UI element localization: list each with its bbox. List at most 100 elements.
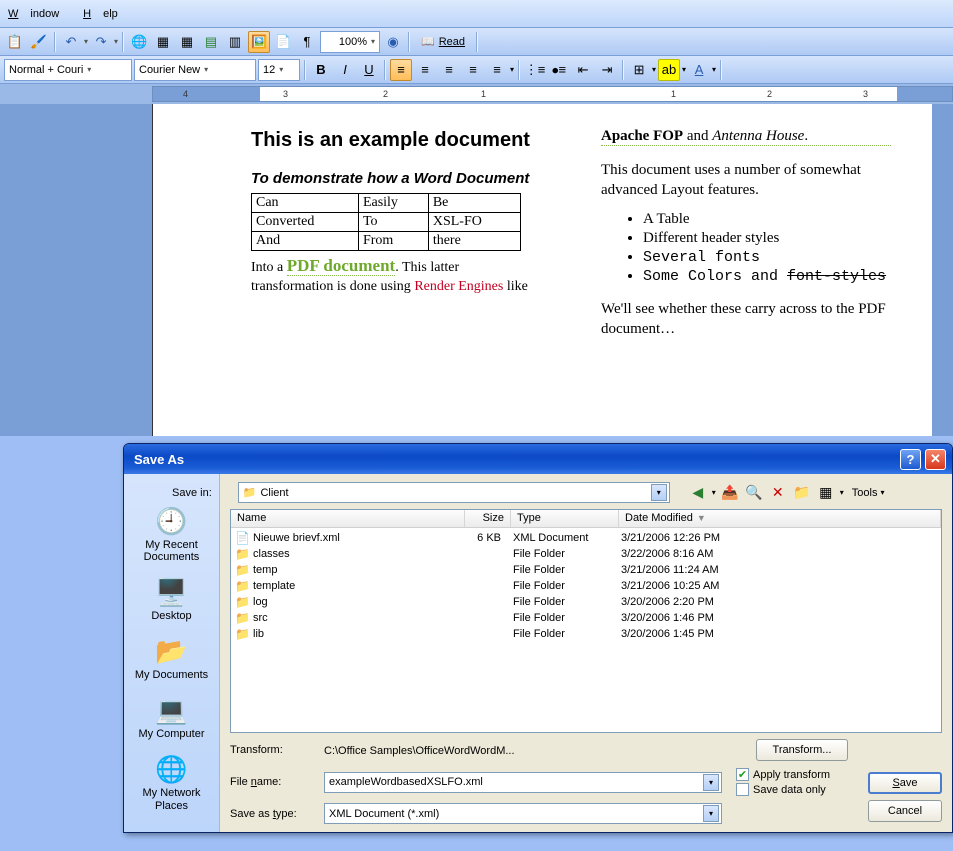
help-icon[interactable]: ◉ [382, 31, 404, 53]
page[interactable]: This is an example document To demonstra… [152, 104, 932, 436]
paragraph: This document uses a number of somewhat … [601, 160, 891, 201]
line-spacing-button[interactable]: ≡ [486, 59, 508, 81]
document-map-icon[interactable]: 📄 [272, 31, 294, 53]
read-button[interactable]: 📖 Read [414, 31, 472, 53]
increase-indent-button[interactable]: ⇥ [596, 59, 618, 81]
place-mycomputer[interactable]: 💻 My Computer [134, 691, 208, 746]
document-area: This is an example document To demonstra… [0, 104, 953, 436]
search-icon[interactable]: 🔍 [744, 483, 764, 503]
file-row[interactable]: 📄Nieuwe brievf.xml6 KBXML Document3/21/2… [231, 530, 941, 546]
filename-label: File name: [230, 776, 314, 788]
heading-1: This is an example document [251, 128, 541, 152]
bullet-list: A Table Different header styles Several … [643, 211, 891, 285]
align-center-button[interactable]: ≡ [414, 59, 436, 81]
file-list[interactable]: Name Size Type Date Modified▼ 📄Nieuwe br… [230, 509, 942, 733]
place-mydocs[interactable]: 📂 My Documents [131, 632, 212, 687]
borders-button[interactable]: ⊞ [628, 59, 650, 81]
close-button[interactable]: ✕ [925, 449, 946, 470]
show-formatting-icon[interactable]: ¶ [296, 31, 318, 53]
underline-button[interactable]: U [358, 59, 380, 81]
file-row[interactable]: 📁templateFile Folder3/21/2006 10:25 AM [231, 578, 941, 594]
menu-window[interactable]: Window [8, 8, 71, 20]
paragraph: Apache FOP and Antenna House. [601, 128, 891, 146]
separator [54, 32, 56, 52]
insert-table-icon[interactable]: ▦ [176, 31, 198, 53]
separator [622, 60, 624, 80]
folder-icon: 📁 [243, 486, 257, 499]
italic-button[interactable]: I [334, 59, 356, 81]
save-in-combo[interactable]: 📁 Client ▾ [238, 482, 670, 503]
file-row[interactable]: 📁tempFile Folder3/21/2006 11:24 AM [231, 562, 941, 578]
column-name[interactable]: Name [231, 510, 465, 527]
decrease-indent-button[interactable]: ⇤ [572, 59, 594, 81]
align-right-button[interactable]: ≡ [438, 59, 460, 81]
column-size[interactable]: Size [465, 510, 511, 527]
standard-toolbar: 📋 🖌️ ↶ ▾ ↷ ▾ 🌐 ▦ ▦ ▤ ▥ 🖼️ 📄 ¶ 100%▾ ◉ 📖 … [0, 28, 953, 56]
separator [720, 60, 722, 80]
separator [384, 60, 386, 80]
up-one-level-icon[interactable]: 📤 [720, 483, 740, 503]
column-type[interactable]: Type [511, 510, 619, 527]
save-button[interactable]: Save [868, 772, 942, 794]
tables-borders-icon[interactable]: ▦ [152, 31, 174, 53]
columns-icon[interactable]: ▥ [224, 31, 246, 53]
cancel-button[interactable]: Cancel [868, 800, 942, 822]
separator [476, 32, 478, 52]
justify-button[interactable]: ≡ [462, 59, 484, 81]
recent-docs-icon: 🕘 [155, 504, 189, 538]
back-icon[interactable]: ◀ [688, 483, 708, 503]
filename-combo[interactable]: exampleWordbasedXSLFO.xml▾ [324, 772, 722, 793]
separator [304, 60, 306, 80]
file-row[interactable]: 📁classesFile Folder3/22/2006 8:16 AM [231, 546, 941, 562]
font-combo[interactable]: Courier New▾ [134, 59, 256, 81]
drawing-toolbar-icon[interactable]: 🖼️ [248, 31, 270, 53]
savetype-label: Save as type: [230, 808, 314, 820]
chevron-down-icon[interactable]: ▾ [651, 484, 667, 501]
file-row[interactable]: 📁libFile Folder3/20/2006 1:45 PM [231, 626, 941, 642]
apply-transform-checkbox[interactable]: ✔Apply transform [736, 768, 830, 781]
bold-button[interactable]: B [310, 59, 332, 81]
excel-icon[interactable]: ▤ [200, 31, 222, 53]
hyperlink-icon[interactable]: 🌐 [128, 31, 150, 53]
zoom-combo[interactable]: 100%▾ [320, 31, 380, 53]
file-list-header[interactable]: Name Size Type Date Modified▼ [231, 510, 941, 528]
save-in-label: Save in: [172, 487, 212, 499]
separator [518, 60, 520, 80]
my-documents-icon: 📂 [154, 634, 188, 668]
menu-bar: Window Help [0, 0, 953, 28]
brush-icon[interactable]: 🖌️ [28, 31, 50, 53]
save-data-only-checkbox[interactable]: Save data only [736, 783, 830, 796]
new-folder-icon[interactable]: 📁 [792, 483, 812, 503]
place-desktop[interactable]: 🖥️ Desktop [147, 573, 195, 628]
transform-path: C:\Office Samples\OfficeWordWordM... [324, 743, 515, 757]
menu-help[interactable]: Help [83, 8, 130, 20]
place-recent[interactable]: 🕘 My Recent Documents [124, 502, 219, 569]
heading-2: To demonstrate how a Word Document [251, 170, 541, 189]
bullets-button[interactable]: ⦁≡ [548, 59, 570, 81]
format-painter-icon[interactable]: 📋 [4, 31, 26, 53]
undo-button[interactable]: ↶ [60, 31, 82, 53]
ruler[interactable]: 4 3 2 1 1 2 3 [0, 84, 953, 104]
document-table: CanEasilyBe ConvertedToXSL-FO AndFromthe… [251, 193, 521, 251]
file-row[interactable]: 📁srcFile Folder3/20/2006 1:46 PM [231, 610, 941, 626]
redo-button[interactable]: ↷ [90, 31, 112, 53]
column-date[interactable]: Date Modified▼ [619, 510, 941, 527]
my-computer-icon: 💻 [155, 693, 189, 727]
font-size-combo[interactable]: 12▾ [258, 59, 300, 81]
highlight-button[interactable]: ab [658, 59, 680, 81]
font-color-button[interactable]: A [688, 59, 710, 81]
savetype-combo[interactable]: XML Document (*.xml)▾ [324, 803, 722, 824]
numbering-button[interactable]: ⋮≡ [524, 59, 546, 81]
views-icon[interactable]: ▦ [816, 483, 836, 503]
transform-button[interactable]: Transform... [756, 739, 848, 761]
transform-label: Transform: [230, 744, 314, 756]
delete-icon[interactable]: ✕ [768, 483, 788, 503]
style-combo[interactable]: Normal + Couri▾ [4, 59, 132, 81]
place-network[interactable]: 🌐 My Network Places [124, 750, 219, 817]
file-row[interactable]: 📁logFile Folder3/20/2006 2:20 PM [231, 594, 941, 610]
align-left-button[interactable]: ≡ [390, 59, 412, 81]
tools-menu[interactable]: Tools ▾ [852, 487, 885, 499]
help-button[interactable]: ? [900, 449, 921, 470]
save-as-dialog: Save As ? ✕ 🕘 My Recent Documents 🖥️ Des… [123, 443, 953, 833]
dialog-titlebar[interactable]: Save As ? ✕ [124, 444, 952, 474]
